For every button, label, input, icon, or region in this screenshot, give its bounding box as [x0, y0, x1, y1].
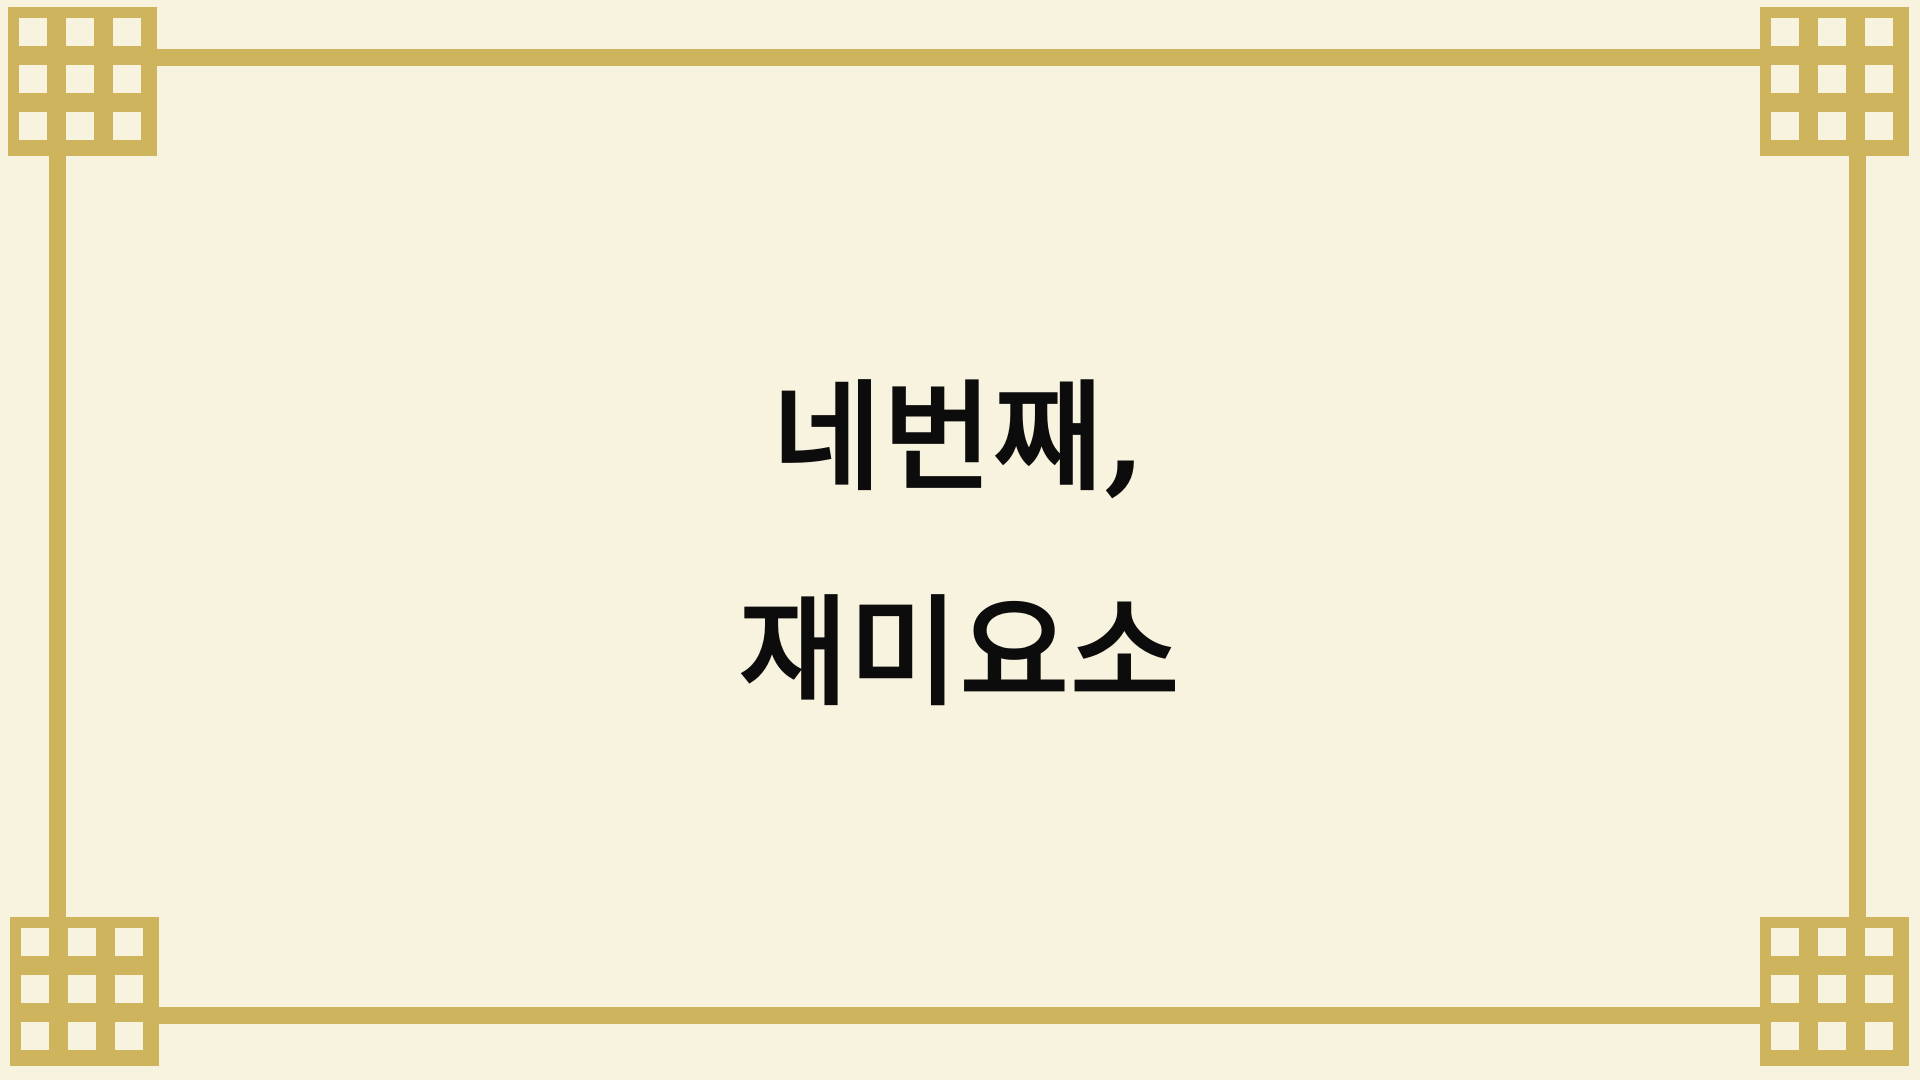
frame-bottom-line [150, 1007, 1760, 1024]
corner-lattice-bottom-left [10, 917, 159, 1066]
slide-title: 네번째, 재미요소 [0, 330, 1920, 760]
corner-lattice-bottom-right [1760, 917, 1909, 1066]
corner-lattice-top-left [8, 7, 157, 156]
frame-top-line [150, 49, 1760, 66]
slide-title-line-2: 재미요소 [738, 583, 1182, 722]
corner-lattice-top-right [1760, 7, 1909, 156]
slide-title-line-1: 네번째, [772, 368, 1148, 507]
